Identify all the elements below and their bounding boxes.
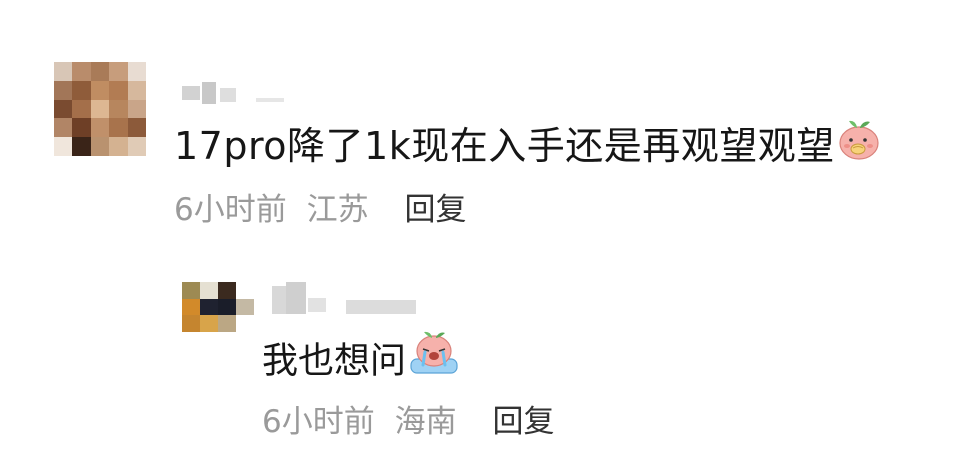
peach-thinking-emoji — [837, 118, 881, 173]
reply-button[interactable]: 回复 — [492, 404, 554, 440]
username-blurred[interactable] — [272, 282, 432, 318]
reply-text: 我也想问 — [262, 331, 460, 391]
comment-item: 17pro降了1k现在入手还是再观望观望 6小时前 江苏 回复 — [0, 0, 960, 250]
username-blurred[interactable] — [182, 82, 292, 104]
reply-item: 我也想问 6小时前 海南 回复 — [0, 260, 960, 466]
location: 江苏 — [306, 192, 369, 228]
reply-button[interactable]: 回复 — [404, 192, 466, 228]
timestamp: 6小时前 — [262, 404, 375, 440]
reply-body: 我也想问 — [262, 340, 407, 382]
timestamp: 6小时前 — [174, 192, 287, 228]
comment-body: 17pro降了1k现在入手还是再观望观望 — [174, 124, 835, 168]
avatar[interactable] — [182, 282, 254, 332]
peach-crying-emoji — [408, 331, 460, 388]
avatar[interactable] — [54, 62, 146, 156]
reply-meta: 6小时前 海南 回复 — [262, 400, 554, 444]
comment-text: 17pro降了1k现在入手还是再观望观望 — [174, 118, 881, 176]
location: 海南 — [394, 404, 457, 440]
comment-meta: 6小时前 江苏 回复 — [174, 188, 466, 232]
